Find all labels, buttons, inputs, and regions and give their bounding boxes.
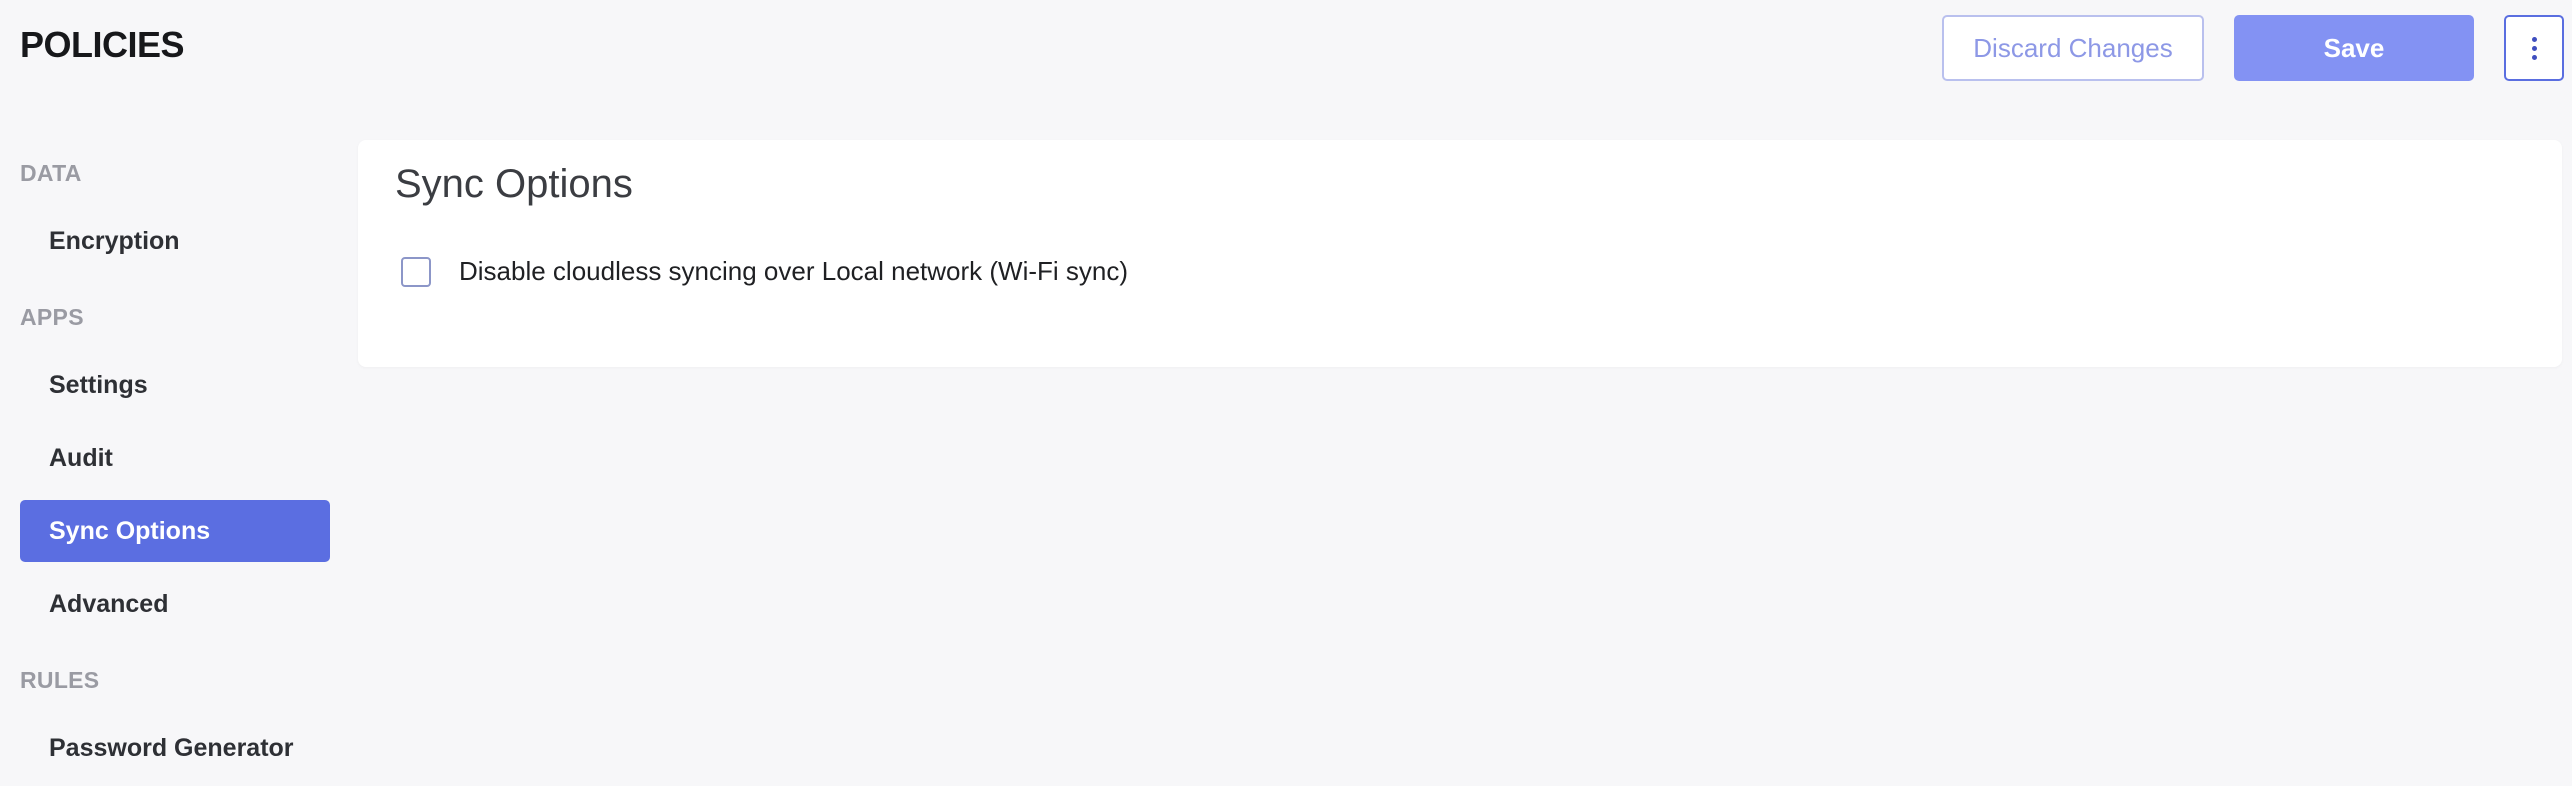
sync-options-card: Sync Options Disable cloudless syncing o… [358,140,2562,367]
sidebar-item-encryption[interactable]: Encryption [20,210,330,272]
more-options-button[interactable] [2504,15,2564,81]
kebab-vertical-icon [2531,36,2537,60]
sidebar-section-data: DATA [20,160,82,186]
page-title: POLICIES [20,24,185,65]
sidebar-section-apps: APPS [20,304,84,330]
section-title: Sync Options [395,162,633,206]
discard-changes-button[interactable]: Discard Changes [1942,15,2204,81]
sidebar-item-sync-options[interactable]: Sync Options [20,500,330,562]
disable-wifi-sync-checkbox[interactable] [401,257,431,287]
sidebar-item-advanced[interactable]: Advanced [20,573,330,635]
sidebar-item-password-generator[interactable]: Password Generator [20,717,330,779]
save-button[interactable]: Save [2234,15,2474,81]
disable-wifi-sync-label[interactable]: Disable cloudless syncing over Local net… [459,256,1128,287]
sidebar-item-settings[interactable]: Settings [20,354,330,416]
sidebar-section-rules: RULES [20,667,100,693]
sidebar-item-audit[interactable]: Audit [20,427,330,489]
